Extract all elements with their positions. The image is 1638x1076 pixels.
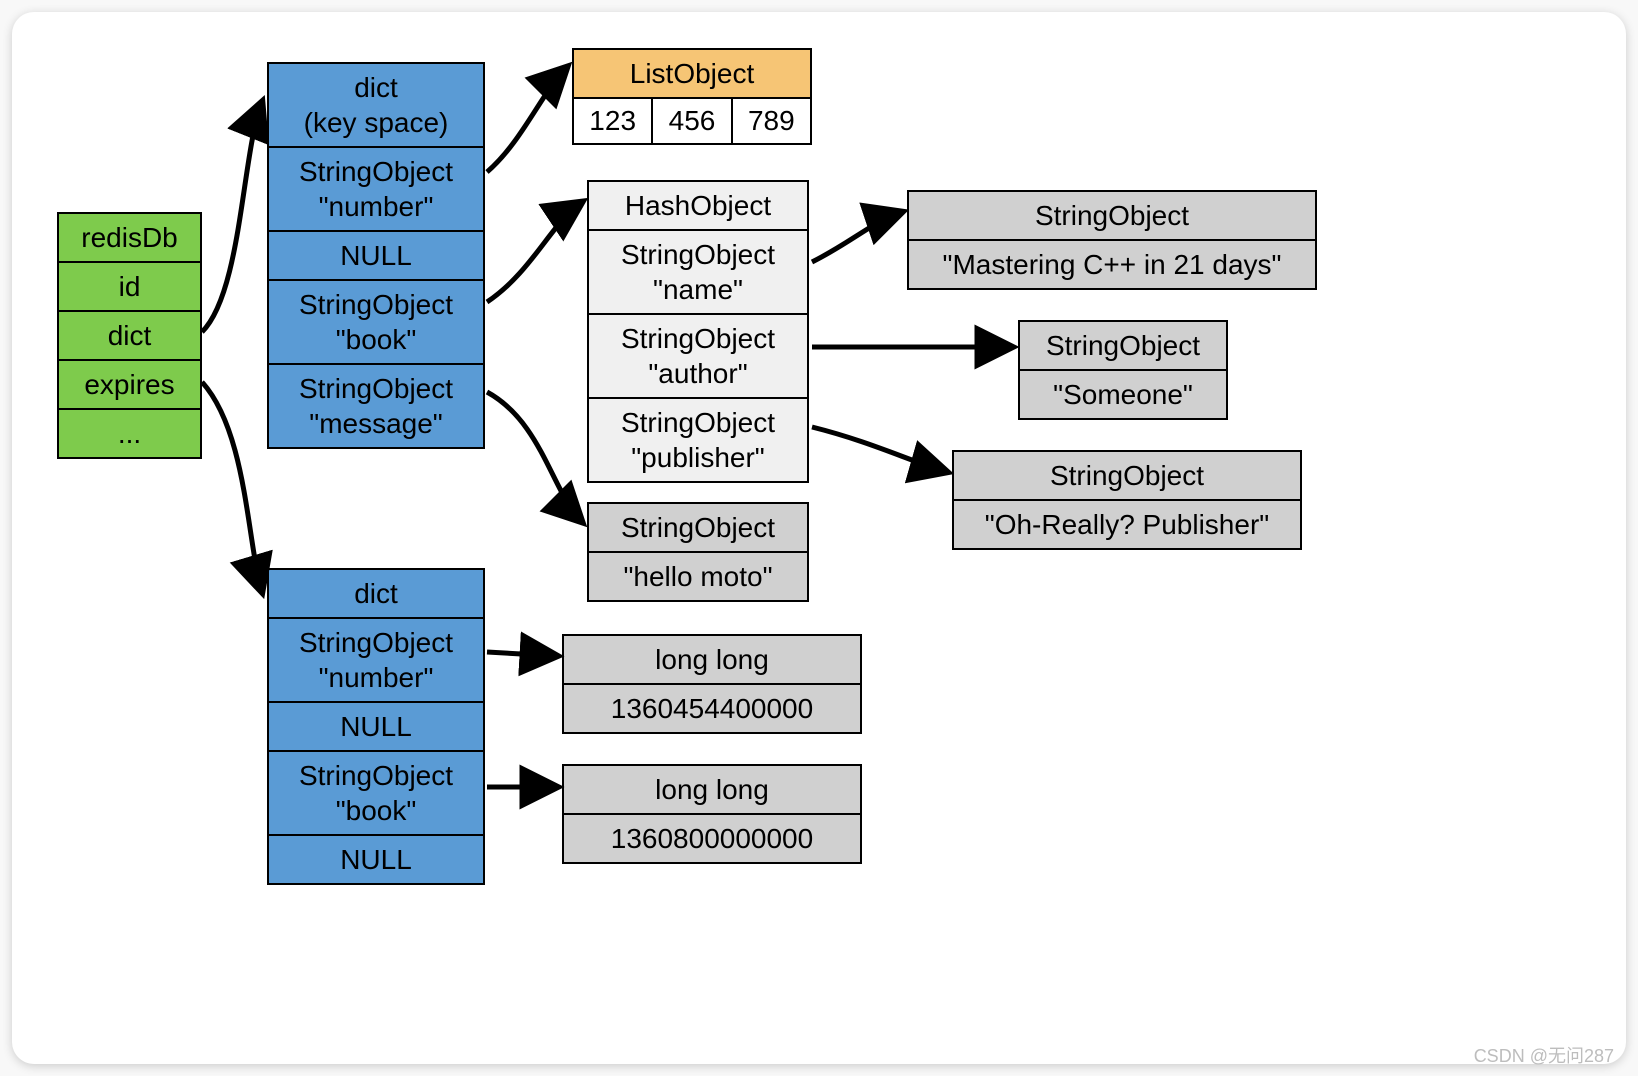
expires-title: dict [269,570,483,619]
publisher-title: StringObject [954,452,1300,501]
someone-title: StringObject [1020,322,1226,371]
listobject-item-2: 789 [733,99,810,143]
listobject-item-0: 123 [574,99,653,143]
redisdb-row-id: id [59,263,200,312]
publisher-value: "Oh-Really? Publisher" [954,501,1300,548]
hashobject-title: HashObject [589,182,807,231]
hello-moto-node: StringObject "hello moto" [587,502,809,602]
keyspace-row-null: NULL [269,232,483,281]
expires-row-null2: NULL [269,836,483,883]
hashobject-row-publisher: StringObject "publisher" [589,399,807,481]
longlong1-title: long long [564,636,860,685]
expires-row-book: StringObject "book" [269,752,483,836]
listobject-node: ListObject 123 456 789 [572,48,812,145]
hello-moto-title: StringObject [589,504,807,553]
expires-row-null1: NULL [269,703,483,752]
someone-value: "Someone" [1020,371,1226,418]
longlong1-value: 1360454400000 [564,685,860,732]
keyspace-title: dict (key space) [269,64,483,148]
longlong2-title: long long [564,766,860,815]
redisdb-title: redisDb [59,214,200,263]
diagram-frame: redisDb id dict expires ... dict (key sp… [12,12,1626,1064]
publisher-node: StringObject "Oh-Really? Publisher" [952,450,1302,550]
hashobject-row-name: StringObject "name" [589,231,807,315]
listobject-item-1: 456 [653,99,732,143]
redisdb-row-dict: dict [59,312,200,361]
longlong2-node: long long 1360800000000 [562,764,862,864]
redisdb-row-expires: expires [59,361,200,410]
longlong1-node: long long 1360454400000 [562,634,862,734]
keyspace-row-book: StringObject "book" [269,281,483,365]
redisdb-node: redisDb id dict expires ... [57,212,202,459]
expires-row-number: StringObject "number" [269,619,483,703]
hashobject-node: HashObject StringObject "name" StringObj… [587,180,809,483]
mastering-value: "Mastering C++ in 21 days" [909,241,1315,288]
longlong2-value: 1360800000000 [564,815,860,862]
mastering-node: StringObject "Mastering C++ in 21 days" [907,190,1317,290]
mastering-title: StringObject [909,192,1315,241]
hello-moto-value: "hello moto" [589,553,807,600]
someone-node: StringObject "Someone" [1018,320,1228,420]
listobject-items: 123 456 789 [574,99,810,143]
redisdb-row-more: ... [59,410,200,457]
arrows-layer [12,12,1626,1064]
listobject-title: ListObject [574,50,810,99]
watermark: CSDN @无问287 [1474,1042,1614,1068]
expires-dict-node: dict StringObject "number" NULL StringOb… [267,568,485,885]
keyspace-row-number: StringObject "number" [269,148,483,232]
keyspace-row-message: StringObject "message" [269,365,483,447]
hashobject-row-author: StringObject "author" [589,315,807,399]
keyspace-dict-node: dict (key space) StringObject "number" N… [267,62,485,449]
